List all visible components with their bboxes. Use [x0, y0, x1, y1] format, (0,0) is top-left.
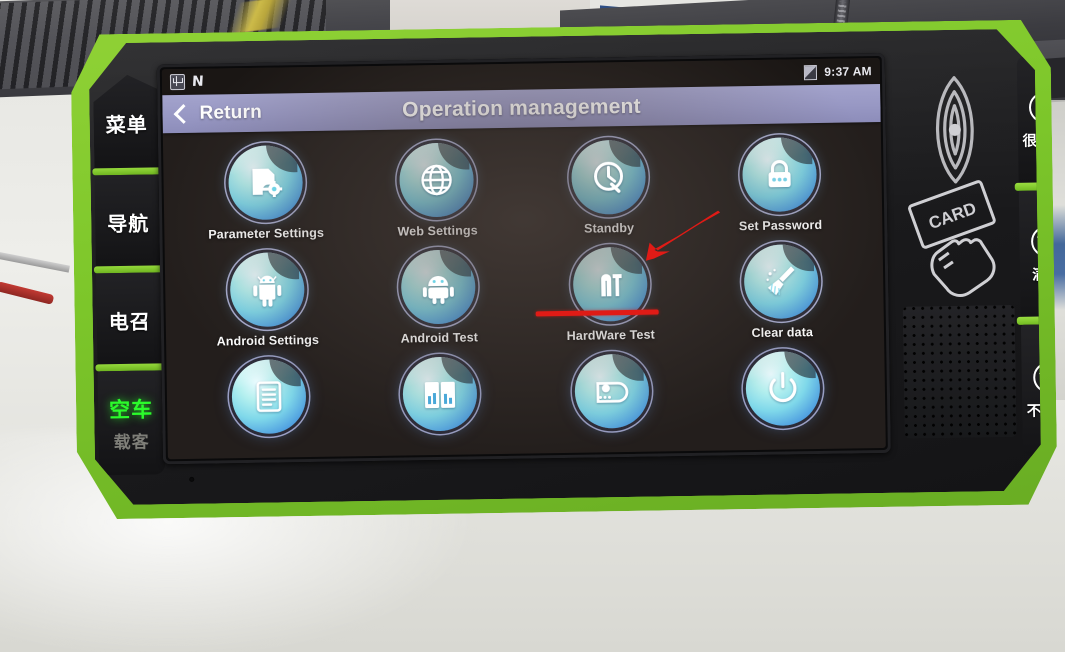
page-title: Operation management: [402, 94, 641, 122]
android-head-icon: [418, 267, 459, 308]
app-grid: Parameter Settings Web Settings Standby …: [163, 122, 886, 442]
app-label: Set Password: [738, 217, 823, 234]
app-label: Parameter Settings: [208, 225, 325, 242]
app-label: Web Settings: [397, 223, 478, 239]
power-icon: [763, 368, 804, 409]
app-set-password[interactable]: Set Password: [704, 136, 855, 233]
app-row3-2[interactable]: [365, 356, 516, 439]
app-icon-bubble: [401, 249, 476, 324]
return-label: Return: [199, 101, 263, 124]
app-row3-1[interactable]: [193, 358, 344, 441]
vacant-status-label: 空车: [108, 396, 154, 422]
occupied-status-label: 载客: [113, 432, 150, 453]
app-label: Clear data: [751, 325, 814, 341]
status-clock: 9:37 AM: [824, 64, 873, 79]
hardkey-navigation-label: 导航: [107, 211, 150, 236]
app-standby[interactable]: Standby: [533, 139, 684, 236]
taxi-terminal-device: 菜单 导航 电召 空车 载客 N 9:37 AM Return Operatio…: [70, 19, 1057, 519]
app-label: Android Settings: [216, 332, 320, 349]
globe-icon: [417, 160, 458, 201]
settings-tag-icon-glyph: [591, 371, 632, 412]
screen-bezel: N 9:37 AM Return Operation management Pa…: [157, 53, 891, 464]
hardkey-menu[interactable]: 菜单: [93, 74, 160, 171]
android-robot-icon: [247, 269, 288, 310]
app-icon-bubble: [571, 140, 646, 215]
device-black-body: 菜单 导航 电召 空车 载客 N 9:37 AM Return Operatio…: [88, 29, 1041, 506]
app-icon-bubble: [403, 356, 478, 431]
screenshot-root: 菜单 导航 电召 空车 载客 N 9:37 AM Return Operatio…: [0, 0, 1065, 652]
app-icon-bubble: [231, 359, 306, 434]
app-icon-bubble: [742, 137, 817, 212]
nfc-card-reader-zone[interactable]: CARD: [895, 59, 1017, 301]
app-clear-data[interactable]: Clear data: [706, 243, 857, 340]
broom-icon: [761, 261, 802, 302]
app-row3-3[interactable]: [536, 353, 687, 436]
app-row3-4[interactable]: [708, 350, 859, 433]
app-label: HardWare Test: [566, 327, 655, 343]
microphone-hole: [189, 477, 194, 482]
app-label: Standby: [583, 220, 635, 236]
app-parameter-settings[interactable]: Parameter Settings: [190, 145, 341, 242]
app-android-test[interactable]: Android Test: [363, 249, 514, 346]
document-gear-icon: [245, 162, 286, 203]
card-label: CARD: [926, 199, 979, 234]
list-document-icon: [248, 376, 289, 417]
return-button[interactable]: Return: [176, 102, 262, 125]
app-icon-bubble: [746, 351, 821, 426]
hardkey-dispatch[interactable]: 电召: [96, 272, 163, 367]
hardkey-vacant-occupied[interactable]: 空车 载客: [98, 370, 166, 475]
signal-icon: [804, 64, 817, 79]
app-icon-bubble: [228, 145, 303, 220]
book-chart-icon: [420, 374, 461, 415]
app-label: Android Test: [400, 330, 479, 346]
app-icon-bubble: [744, 244, 819, 319]
hardkey-dispatch-label: 电召: [108, 308, 151, 334]
standby-clock-icon: [588, 157, 629, 198]
app-web-settings[interactable]: Web Settings: [361, 142, 512, 239]
nfc-n-icon: N: [191, 73, 205, 90]
usb-icon: [170, 74, 185, 90]
padlock-icon: [759, 154, 800, 195]
hardware-tools-icon: [590, 264, 631, 305]
screen: N 9:37 AM Return Operation management Pa…: [162, 58, 886, 459]
app-icon-bubble: [399, 142, 474, 217]
speaker-grille: [903, 305, 1017, 439]
hardkey-navigation[interactable]: 导航: [94, 174, 161, 269]
settings-tag-icon: [574, 354, 649, 429]
hardkey-menu-label: 菜单: [105, 112, 148, 137]
chevron-left-icon: [174, 104, 194, 124]
app-hardware-test[interactable]: HardWare Test: [534, 246, 685, 343]
app-android-settings[interactable]: Android Settings: [191, 251, 342, 348]
app-icon-bubble: [229, 252, 304, 327]
